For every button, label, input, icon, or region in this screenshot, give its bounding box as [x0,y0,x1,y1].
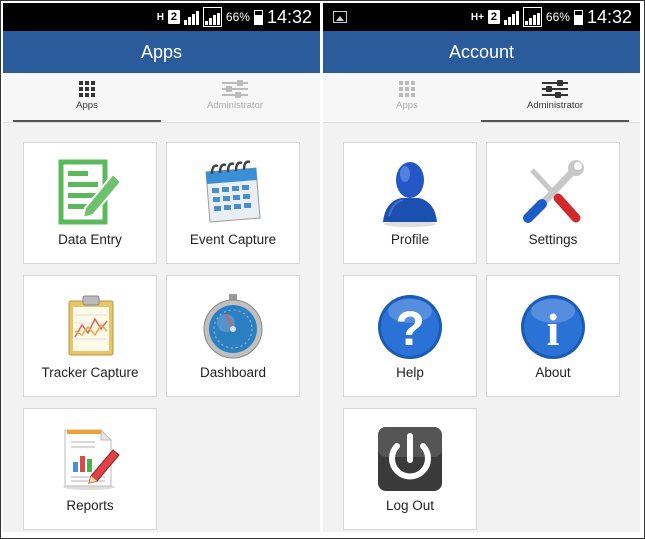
tile-label: Settings [528,232,578,247]
svg-text:?: ? [395,303,424,356]
data-entry-tile[interactable]: Data Entry [23,142,157,264]
tab-administrator[interactable]: Administrator [481,73,629,122]
tile-label: About [535,365,571,380]
clock: 14:32 [266,6,312,27]
tracker-capture-tile[interactable]: Tracker Capture [23,275,157,397]
tools-icon [523,160,584,223]
tab-label: Apps [76,100,98,111]
tile-label: Dashboard [199,365,267,380]
event-capture-tile[interactable]: Event Capture [166,142,300,264]
clipboard-chart-icon [68,295,114,356]
tile-label: Log Out [385,498,435,513]
battery-percent: 66% [545,10,570,24]
tile-label: Reports [66,498,114,513]
tile-label: Tracker Capture [41,365,139,380]
settings-tile[interactable]: Settings [486,142,620,264]
sliders-icon [222,80,248,98]
app-bar-title: Apps [3,31,320,73]
grid-icon [399,81,415,97]
reports-tile[interactable]: Reports [23,408,157,530]
tab-apps[interactable]: Apps [333,73,481,122]
status-bar: H+ 2 66% 14:32 [323,3,640,31]
signal-2-icon [522,7,542,27]
data-entry-icon [58,159,123,225]
tab-bar: Apps Administrator [323,73,640,123]
about-tile[interactable]: i About [486,275,620,397]
status-bar: H 2 66% 14:32 [3,3,320,31]
tile-label: Event Capture [189,232,277,247]
battery-icon [573,9,583,25]
report-icon [63,428,120,490]
app-bar-title: Account [323,31,640,73]
svg-text:i: i [547,304,560,355]
network-type-icon: H+ [470,11,484,23]
tab-label: Administrator [207,100,263,111]
sim-icon: 2 [487,10,500,24]
info-icon: i [521,295,585,359]
image-notification-icon [333,11,347,23]
sim-icon: 2 [167,10,180,24]
tile-label: Data Entry [58,232,122,247]
profile-icon [383,162,437,227]
help-icon: ? [378,295,442,359]
battery-icon [253,9,263,25]
clock: 14:32 [586,6,632,27]
tab-administrator[interactable]: Administrator [161,73,309,122]
dashboard-tile[interactable]: Dashboard [166,275,300,397]
tab-label: Administrator [527,100,583,111]
battery-percent: 66% [225,10,250,24]
account-screen: H+ 2 66% 14:32 Account Apps Administrato… [323,3,640,532]
profile-tile[interactable]: Profile [343,142,477,264]
stopwatch-icon [203,294,263,359]
power-icon [378,427,442,491]
calendar-icon [205,160,261,223]
tile-label: Profile [390,232,430,247]
tile-label: Help [396,365,424,380]
network-type-icon: H [156,11,164,23]
grid-icon [79,81,95,97]
sliders-icon [542,80,568,98]
log-out-tile[interactable]: Log Out [343,408,477,530]
apps-screen: H 2 66% 14:32 Apps Apps Administrator Da… [3,3,320,532]
signal-2-icon [202,7,222,27]
help-tile[interactable]: ? Help [343,275,477,397]
tab-apps[interactable]: Apps [13,73,161,122]
tab-label: Apps [396,100,418,111]
signal-icon [503,9,519,25]
tab-bar: Apps Administrator [3,73,320,123]
signal-icon [183,9,199,25]
